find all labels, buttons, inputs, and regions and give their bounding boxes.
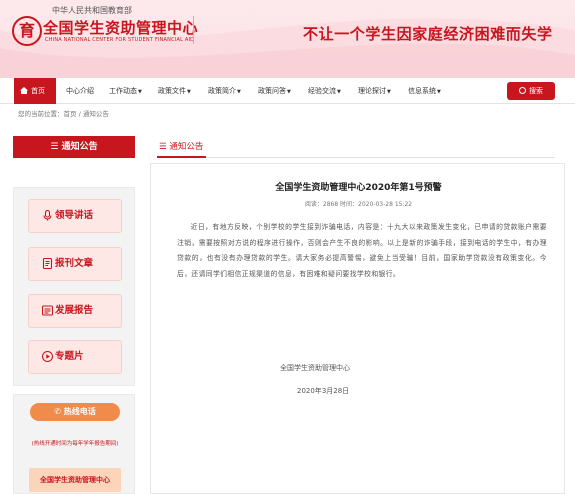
sidebar-item-label: 报刊文章: [55, 258, 94, 269]
nav-label: 信息系统: [408, 87, 436, 95]
search-icon: [519, 87, 526, 94]
article-title: 全国学生资助管理中心2020年第1号预警: [275, 183, 442, 193]
main-nav: 首页 中心介绍 工作动态▼ 政策文件▼ 政策简介▼ 政策问答▼ 经验交流▼ 理论…: [0, 78, 575, 104]
nav-experience[interactable]: 经验交流▼: [308, 78, 341, 104]
sidebar-item-feature-film[interactable]: 专题片: [28, 340, 122, 374]
caret-down-icon: ▼: [138, 89, 142, 95]
nav-home[interactable]: 首页: [14, 78, 56, 104]
sidebar-item-leader-speech[interactable]: 领导讲话: [28, 199, 122, 233]
article-signature: 全国学生资助管理中心: [280, 364, 350, 372]
site-name-en: CHINA NATIONAL CENTER FOR STUDENT FINANC…: [45, 37, 195, 43]
play-icon: [42, 351, 53, 362]
nav-label: 中心介绍: [66, 87, 94, 95]
site-name[interactable]: 全国学生资助管理中心: [43, 17, 198, 38]
nav-center-intro[interactable]: 中心介绍: [66, 78, 94, 104]
caret-down-icon: ▼: [237, 89, 241, 95]
sidebar-title: ☰ 通知公告: [13, 136, 135, 158]
tab-notices[interactable]: ☰ 通知公告: [157, 139, 207, 158]
nav-info-system[interactable]: 信息系统▼: [408, 78, 441, 104]
nav-policy-qa[interactable]: 政策问答▼: [258, 78, 291, 104]
sidebar-menu: 领导讲话 报刊文章 发展报告 专题片: [13, 187, 135, 386]
search-label: 搜索: [529, 87, 543, 95]
list-icon: ☰: [159, 142, 170, 152]
document-icon: [42, 258, 53, 269]
breadcrumb[interactable]: 您的当前位置：首页 / 通知公告: [18, 108, 109, 118]
nav-work-news[interactable]: 工作动态▼: [109, 78, 142, 104]
search-button[interactable]: 搜索: [507, 82, 555, 100]
caret-down-icon: ▼: [287, 89, 291, 95]
logo-icon[interactable]: 育: [12, 16, 42, 46]
site-header: 育 中华人民共和国教育部 全国学生资助管理中心 CHINA NATIONAL C…: [0, 0, 575, 78]
hotline-button[interactable]: ✆ 热线电话: [30, 403, 120, 421]
nav-label: 政策简介: [208, 87, 236, 95]
hotline-note: (热线开通时间为每年学年报告期间): [31, 441, 119, 447]
site-slogan: 不让一个学生因家庭经济困难而失学: [303, 25, 553, 43]
caret-down-icon: ▼: [337, 89, 341, 95]
nav-label: 理论探讨: [358, 87, 386, 95]
sidebar-item-dev-report[interactable]: 发展报告: [28, 294, 122, 328]
nav-policy-docs[interactable]: 政策文件▼: [158, 78, 191, 104]
article-date: 2020年3月28日: [297, 387, 350, 395]
article-panel: 全国学生资助管理中心2020年第1号预警 阅读：2868 时间：2020-03-…: [150, 163, 565, 494]
sidebar-item-label: 领导讲话: [55, 210, 94, 221]
caret-down-icon: ▼: [187, 89, 191, 95]
sidebar-item-label: 发展报告: [55, 305, 94, 316]
sidebar-item-label: 专题片: [55, 351, 84, 362]
logo-divider: [193, 16, 194, 44]
sidebar-item-press-articles[interactable]: 报刊文章: [28, 247, 122, 281]
hotline-center-button[interactable]: 全国学生资助管理中心: [29, 468, 121, 492]
report-icon: [42, 305, 53, 316]
hotline-panel: ✆ 热线电话 (热线开通时间为每年学年报告期间) 全国学生资助管理中心: [13, 394, 135, 494]
nav-label: 工作动态: [109, 87, 137, 95]
tab-label: 通知公告: [169, 142, 204, 152]
hotline-label: 热线电话: [63, 407, 96, 416]
nav-label: 经验交流: [308, 87, 336, 95]
phone-icon: ✆: [54, 407, 64, 416]
nav-theory[interactable]: 理论探讨▼: [358, 78, 391, 104]
home-icon: [20, 87, 28, 94]
nav-label: 政策问答: [258, 87, 286, 95]
content-tab-bar: ☰ 通知公告: [157, 139, 555, 158]
ministry-label: 中华人民共和国教育部: [52, 6, 132, 15]
list-icon: ☰: [50, 142, 62, 152]
article-body: 近日，有地方反映，个别学校的学生接到诈骗电话，内容是：十九大以来政策发生变化，已…: [177, 223, 547, 278]
article-meta: 阅读：2868 时间：2020-03-28 15:22: [304, 201, 413, 208]
microphone-icon: [43, 210, 52, 221]
caret-down-icon: ▼: [387, 89, 391, 95]
nav-policy-intro[interactable]: 政策简介▼: [208, 78, 241, 104]
sidebar-title-label: 通知公告: [61, 142, 98, 152]
caret-down-icon: ▼: [437, 89, 441, 95]
nav-label: 政策文件: [158, 87, 186, 95]
nav-home-label: 首页: [31, 87, 45, 95]
